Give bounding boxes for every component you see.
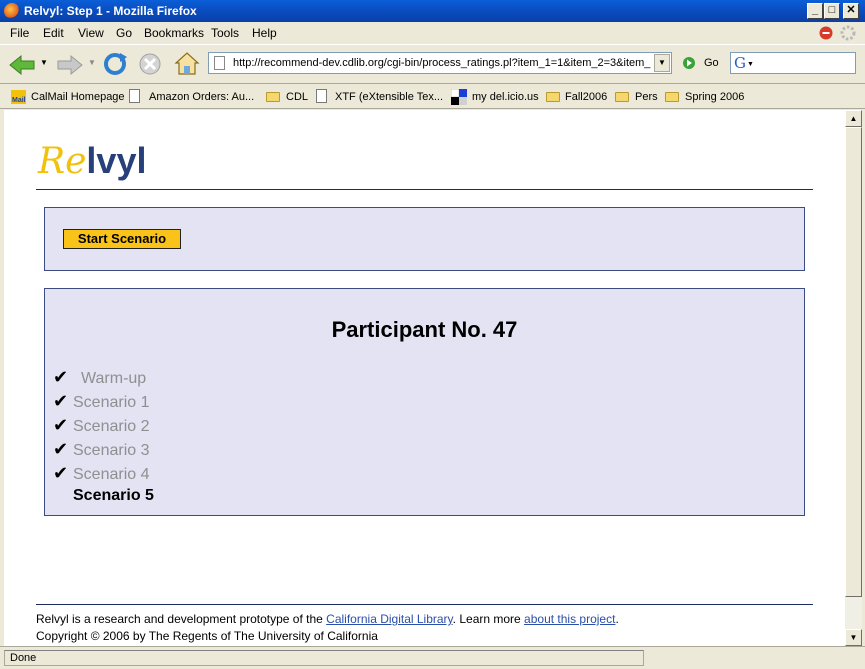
about-project-link[interactable]: about this project	[524, 612, 615, 626]
bookmark-label: Pers	[635, 91, 658, 103]
relvyl-logo: Relvyl	[38, 140, 146, 182]
footer-text-part: .	[615, 612, 619, 626]
step-label: Scenario 3	[73, 442, 150, 459]
logo-part1: Re	[38, 141, 87, 182]
checkmark-icon: ✔	[53, 367, 69, 387]
menu-bar: File Edit View Go Bookmarks Tools Help	[0, 22, 865, 44]
firefox-icon	[4, 3, 20, 19]
bookmark-label: CalMail Homepage	[31, 91, 125, 103]
step-scenario-1: ✔ Scenario 1	[53, 391, 150, 412]
logo-part2: lvyl	[86, 140, 147, 181]
checkmark-icon: ✔	[53, 391, 69, 411]
footer-text-part: . Learn more	[452, 612, 525, 626]
checkmark-icon: ✔	[53, 439, 69, 459]
step-label: Scenario 2	[73, 418, 150, 435]
participant-heading: Participant No. 47	[331, 317, 518, 342]
scroll-up-icon[interactable]: ▲	[845, 110, 862, 127]
url-dropdown-icon[interactable]: ▼	[654, 54, 670, 72]
step-scenario-5: Scenario 5	[53, 487, 154, 505]
step-label: Warm-up	[81, 370, 147, 387]
step-label: Scenario 5	[73, 487, 154, 504]
step-scenario-4: ✔ Scenario 4	[53, 463, 150, 484]
bookmark-label: Spring 2006	[685, 91, 745, 103]
search-engine-dropdown-icon[interactable]: ▼	[747, 61, 754, 68]
vertical-scrollbar[interactable]: ▲ ▼	[845, 110, 862, 646]
search-input[interactable]: G ▼	[730, 52, 856, 74]
header-divider	[36, 189, 813, 190]
maximize-button[interactable]: □	[824, 3, 840, 19]
bookmark-label: XTF (eXtensible Tex...	[335, 91, 444, 103]
folder-icon	[665, 92, 679, 102]
folder-icon	[615, 92, 629, 102]
menu-view[interactable]: View	[78, 26, 104, 40]
menu-help[interactable]: Help	[252, 26, 277, 40]
mail-icon: Mail	[11, 90, 26, 104]
menu-edit[interactable]: Edit	[43, 26, 64, 40]
delicious-icon	[451, 89, 467, 105]
title-bar: Relvyl: Step 1 - Mozilla Firefox _ □ ✕	[0, 0, 865, 22]
menu-bookmarks[interactable]: Bookmarks	[144, 26, 204, 40]
bookmark-label: Fall2006	[565, 91, 608, 103]
throbber-icon	[840, 25, 856, 41]
forward-dropdown-icon[interactable]: ▼	[88, 58, 96, 67]
progress-panel: Participant No. 47 ✔ Warm-up ✔ Scenario 1 …	[44, 288, 805, 516]
page-icon	[129, 89, 140, 103]
status-bar: Done	[0, 646, 865, 669]
url-bar[interactable]: http://recommend-dev.cdlib.org/cgi-bin/p…	[208, 52, 672, 74]
stop-icon[interactable]	[137, 51, 163, 77]
action-panel: Start Scenario	[44, 207, 805, 271]
go-label: Go	[704, 57, 719, 69]
menu-file[interactable]: File	[10, 26, 29, 40]
footer-divider	[36, 604, 813, 605]
go-icon	[683, 57, 695, 69]
scrollbar-thumb[interactable]	[845, 127, 862, 597]
reload-icon[interactable]	[101, 51, 129, 77]
status-text: Done	[4, 650, 644, 666]
cdl-link[interactable]: California Digital Library	[326, 612, 453, 626]
folder-icon	[266, 92, 280, 102]
page-icon	[316, 89, 327, 103]
step-scenario-3: ✔ Scenario 3	[53, 439, 150, 460]
page-content: Relvyl Start Scenario Participant No. 47…	[4, 110, 845, 646]
menu-tools[interactable]: Tools	[211, 26, 239, 40]
back-icon[interactable]	[8, 53, 36, 77]
bookmarks-toolbar: Mail CalMail Homepage Amazon Orders: Au.…	[0, 85, 865, 109]
close-button[interactable]: ✕	[843, 3, 859, 19]
page-icon	[214, 56, 225, 70]
back-dropdown-icon[interactable]: ▼	[40, 58, 48, 67]
step-scenario-2: ✔ Scenario 2	[53, 415, 150, 436]
step-warmup: ✔ Warm-up	[53, 367, 146, 388]
home-icon[interactable]	[173, 50, 201, 76]
scroll-down-icon[interactable]: ▼	[845, 629, 862, 646]
checkmark-icon: ✔	[53, 415, 69, 435]
step-label: Scenario 4	[73, 466, 150, 483]
bookmark-label: my del.icio.us	[472, 91, 539, 103]
menu-go[interactable]: Go	[116, 26, 132, 40]
bookmark-label: Amazon Orders: Au...	[149, 91, 255, 103]
step-label: Scenario 1	[73, 394, 150, 411]
forward-icon[interactable]	[56, 53, 84, 77]
url-text[interactable]: http://recommend-dev.cdlib.org/cgi-bin/p…	[233, 57, 653, 69]
folder-icon	[546, 92, 560, 102]
minimize-button[interactable]: _	[807, 3, 823, 19]
copyright-text: Copyright © 2006 by The Regents of The U…	[36, 629, 378, 643]
window-title: Relvyl: Step 1 - Mozilla Firefox	[24, 4, 197, 18]
footer-text: Relvyl is a research and development pro…	[36, 612, 619, 626]
start-scenario-button[interactable]: Start Scenario	[63, 229, 181, 249]
svg-text:Mail: Mail	[12, 97, 26, 104]
google-icon[interactable]: G	[734, 54, 746, 72]
checkmark-icon: ✔	[53, 463, 69, 483]
bookmark-label: CDL	[286, 91, 309, 103]
stop-badge-icon	[819, 26, 833, 40]
footer-text-part: Relvyl is a research and development pro…	[36, 612, 327, 626]
